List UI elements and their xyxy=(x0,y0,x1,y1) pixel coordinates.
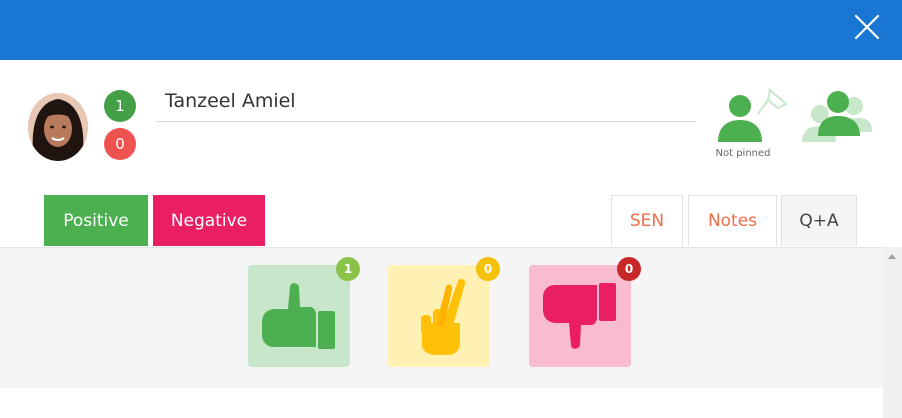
thumbs-up-count: 1 xyxy=(336,257,360,281)
student-header: 1 0 Tanzeel Amiel Not pinned Positive Ne… xyxy=(0,60,902,247)
crossed-fingers-icon xyxy=(421,278,466,355)
thumbs-down-button[interactable]: 0 xyxy=(529,257,641,367)
thumbs-up-button[interactable]: 1 xyxy=(248,257,360,367)
crossed-fingers-count: 0 xyxy=(476,257,500,281)
pin-button[interactable]: Not pinned xyxy=(712,86,790,162)
group-button[interactable] xyxy=(798,88,876,144)
tab-positive[interactable]: Positive xyxy=(44,195,148,246)
thumbs-down-icon xyxy=(543,283,616,349)
student-name: Tanzeel Amiel xyxy=(165,90,296,112)
tab-notes[interactable]: Notes xyxy=(688,195,777,246)
vertical-scrollbar[interactable] xyxy=(883,247,902,418)
thumbs-up-icon xyxy=(262,283,335,349)
pin-status-label: Not pinned xyxy=(715,148,771,159)
student-name-field[interactable]: Tanzeel Amiel xyxy=(156,84,696,122)
group-icon xyxy=(802,91,872,142)
pin-user-icon xyxy=(718,88,788,142)
positive-count-badge: 1 xyxy=(104,90,136,122)
tab-negative[interactable]: Negative xyxy=(153,195,265,246)
negative-count-badge: 0 xyxy=(104,128,136,160)
close-icon[interactable] xyxy=(852,12,882,42)
reaction-panel: 1 0 0 xyxy=(0,247,883,388)
panel-footer-space xyxy=(0,388,883,418)
crossed-fingers-button[interactable]: 0 xyxy=(388,257,500,367)
scroll-up-icon[interactable] xyxy=(888,254,896,259)
tab-sen[interactable]: SEN xyxy=(611,195,683,246)
avatar xyxy=(28,93,88,161)
thumbs-down-count: 0 xyxy=(617,257,641,281)
top-bar xyxy=(0,0,902,60)
tab-qa[interactable]: Q+A xyxy=(781,195,857,246)
